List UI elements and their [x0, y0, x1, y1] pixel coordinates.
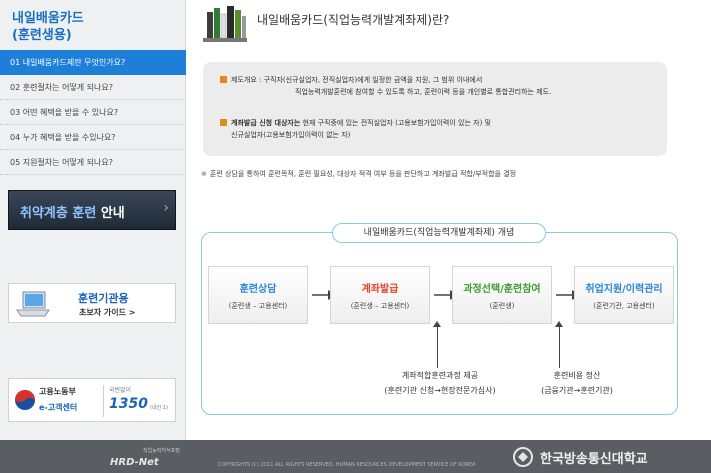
step-employment-support: 취업지원/이력관리 (훈련기관, 고용센터)	[574, 266, 674, 324]
step-title: 과정선택/훈련참여	[463, 284, 541, 295]
step-title: 계좌발급	[361, 284, 399, 295]
sidebar-title: 내일배움카드 (훈련생용)	[12, 10, 84, 44]
connector-line	[559, 324, 560, 368]
vulnerable-training-label: 취약계층 훈련 안내	[20, 206, 125, 221]
footer: 직업능력지식포털 HRD-Net COPYRIGHTS (C) 2011 ALL…	[0, 440, 711, 473]
connector-line	[437, 324, 438, 368]
step-sub: (훈련생 – 고용센터)	[350, 302, 410, 310]
moel-small-text: 국번없이	[109, 387, 132, 394]
bottom-label-course-provision: 계좌적합훈련과정 제공 (훈련기관 신청→현장전문가심사)	[384, 371, 496, 395]
step-sub: (훈련생 – 고용센터)	[228, 302, 288, 310]
sidebar-title-line2: (훈련생용)	[12, 28, 72, 43]
step-sub: (훈련기관, 고용센터)	[593, 302, 655, 310]
menu-item-3[interactable]: 03 어떤 혜택을 받을 수 있나요?	[0, 100, 186, 125]
arrow-right-icon: ›	[163, 200, 169, 216]
bullet-icon	[220, 76, 227, 83]
menu-item-2[interactable]: 02 훈련절차는 어떻게 되나요?	[0, 75, 186, 100]
menu-item-1[interactable]: 01 내일배움카드제란 무엇인가요?	[0, 50, 186, 75]
moel-org-name: 고용노동부	[39, 387, 76, 396]
institution-guide-title: 훈련기관용	[78, 292, 129, 305]
institution-guide-subtitle: 초보자 가이드 >	[79, 308, 136, 317]
moel-extension: (내선:1)	[150, 405, 168, 411]
bottom-label-cost-settlement: 훈련비용 정산 (금융기관→훈련기관)	[541, 371, 613, 395]
info-eligibility-cont: 신규실업자(고용보험가입이력이 없는 자)	[231, 131, 351, 139]
step-sub: (훈련생)	[489, 302, 515, 310]
info-eligibility: 계좌발급 신청 대상자는 현재 구직중에 있는 전직실업자 (고용보험가입이력이…	[220, 117, 491, 129]
concept-diagram: 내일배움카드(직업능력개발계좌제) 개념 훈련상담 (훈련생 – 고용센터) 계…	[201, 223, 678, 415]
laptop-icon	[16, 291, 50, 317]
emblem-icon	[15, 390, 35, 410]
step-title: 취업지원/이력관리	[585, 284, 663, 295]
info-box: 제도개요 : 구직자(신규실업자, 전직실업자)에게 일정한 금액을 지원, 그…	[203, 62, 667, 156]
institution-guide-banner[interactable]: 훈련기관용 초보자 가이드 >	[8, 283, 176, 323]
moel-call-center-banner[interactable]: 고용노동부 e-고객센터 국번없이 1350 (내선:1)	[8, 378, 176, 422]
page-title: 내일배움카드(직업능력개발계좌제)란?	[257, 13, 450, 27]
main-content: 내일배움카드(직업능력개발계좌제)란? 제도개요 : 구직자(신규실업자, 전직…	[187, 0, 711, 440]
hrd-net-logo[interactable]: HRD-Net	[110, 457, 159, 468]
note-text: ※ 훈련 상담을 통하여 훈련목적, 훈련 필요성, 대상자 적격 여부 등을 판…	[201, 170, 517, 178]
info-overview: 제도개요 : 구직자(신규실업자, 전직실업자)에게 일정한 금액을 지원, 그…	[220, 74, 482, 86]
sidebar-menu: 01 내일배움카드제란 무엇인가요? 02 훈련절차는 어떻게 되나요? 03 …	[0, 50, 186, 175]
university-name: 한국방송통신대학교	[540, 452, 648, 467]
hrd-portal-label: 직업능력지식포털	[143, 448, 180, 454]
bullet-icon	[220, 119, 227, 126]
moel-center-name: e-고객센터	[39, 403, 78, 412]
sidebar: 내일배움카드 (훈련생용) 01 내일배움카드제란 무엇인가요? 02 훈련절차…	[0, 0, 186, 440]
menu-item-5[interactable]: 05 지원절차는 어떻게 되나요?	[0, 150, 186, 175]
diagram-title: 내일배움카드(직업능력개발계좌제) 개념	[332, 223, 546, 243]
moel-phone-number: 1350	[109, 396, 148, 412]
copyright-text: COPYRIGHTS (C) 2011 ALL RIGHTS RESERVED.…	[218, 462, 476, 468]
sidebar-title-line1: 내일배움카드	[12, 11, 84, 26]
books-icon	[203, 6, 247, 42]
info-overview-cont: 직업능력개발훈련에 참여할 수 있도록 하고, 훈련이력 등을 개인별로 통합관…	[295, 88, 552, 96]
university-logo-icon	[513, 447, 533, 467]
step-issuance: 계좌발급 (훈련생 – 고용센터)	[330, 266, 430, 324]
step-course-selection: 과정선택/훈련참여 (훈련생)	[452, 266, 552, 324]
step-title: 훈련상담	[239, 284, 277, 295]
banner-divider	[103, 385, 104, 417]
menu-item-4[interactable]: 04 누가 혜택을 받을 수있나요?	[0, 125, 186, 150]
note-icon: ※	[201, 170, 207, 178]
step-counseling: 훈련상담 (훈련생 – 고용센터)	[208, 266, 308, 324]
vulnerable-training-banner[interactable]: 취약계층 훈련 안내 ›	[8, 190, 176, 230]
